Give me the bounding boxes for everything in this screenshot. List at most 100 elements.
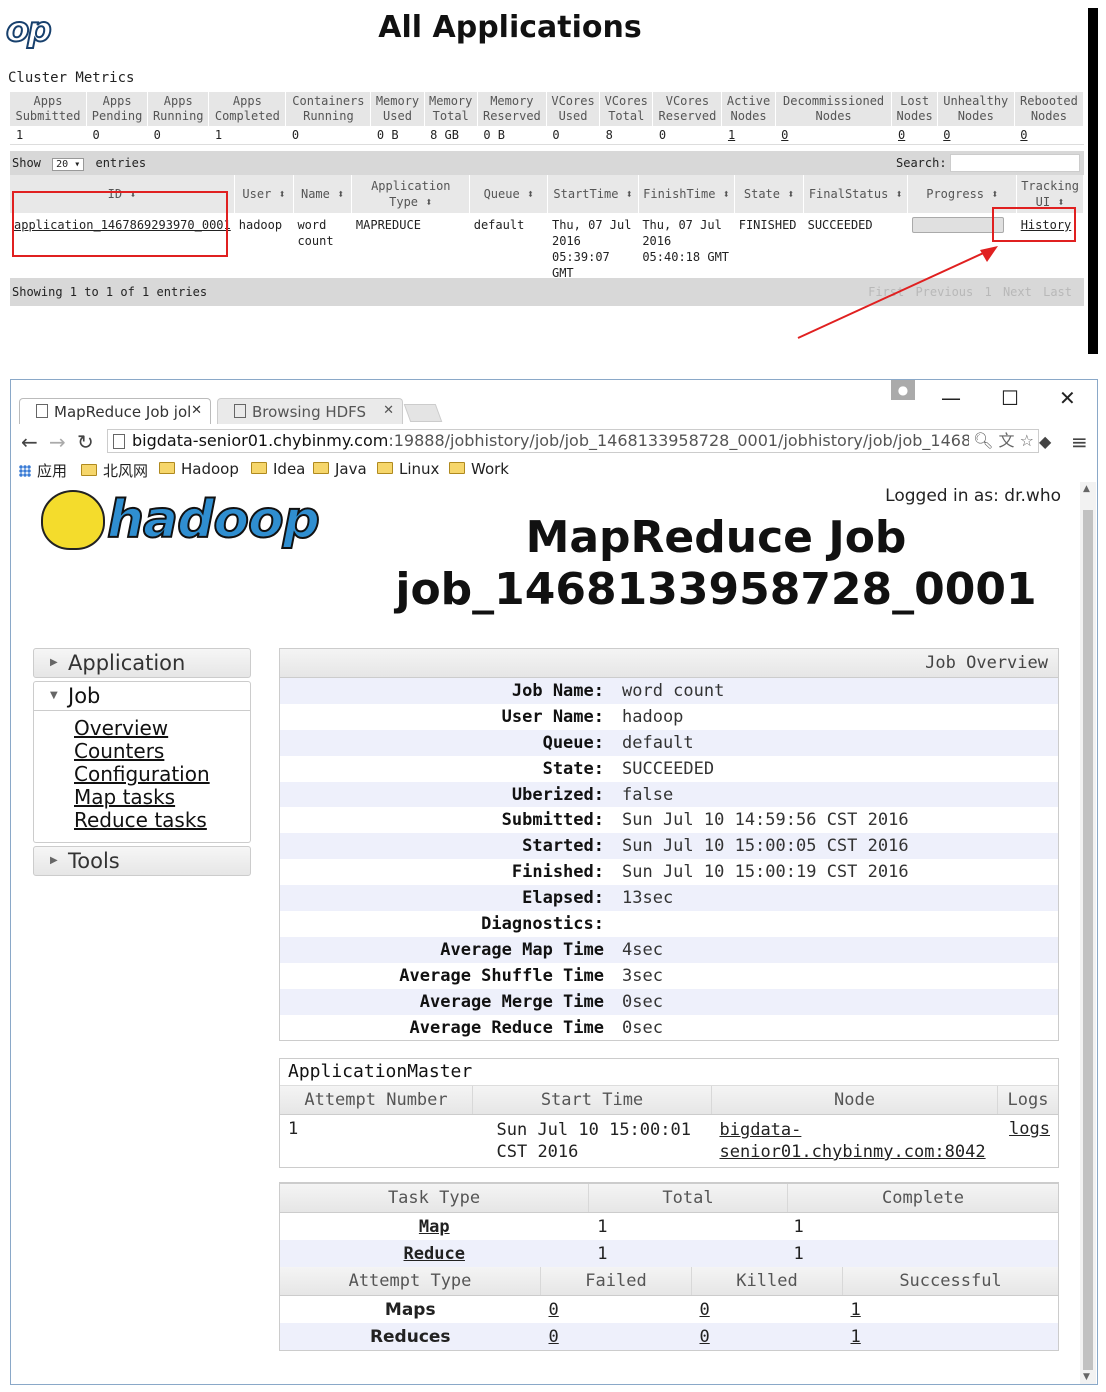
metrics-col: Apps Completed xyxy=(208,92,287,126)
sidebar-item-job[interactable]: ▼ Job xyxy=(33,681,251,711)
bookmark-beifeng[interactable]: 北风网 xyxy=(81,460,148,481)
scroll-up-icon: ▲ xyxy=(1083,484,1090,494)
maps-failed-link[interactable]: 0 xyxy=(549,1300,559,1320)
cluster-metrics-title: Cluster Metrics xyxy=(8,70,135,86)
col-finishtime[interactable]: FinishTime ⬍ xyxy=(638,175,736,213)
vertical-scrollbar[interactable]: ▲ ▼ xyxy=(1080,482,1096,1384)
scroll-down-icon: ▼ xyxy=(1083,1372,1090,1382)
metrics-link[interactable]: 0 xyxy=(781,128,788,142)
col-state[interactable]: State ⬍ xyxy=(734,175,805,213)
scrollbar-thumb[interactable] xyxy=(1083,510,1093,1370)
apps-toolbar: Show 20 ▾ entries Search: xyxy=(10,151,1084,175)
entries-label: entries xyxy=(95,156,147,170)
bookmark-java[interactable]: Java xyxy=(313,460,367,478)
close-tab-icon[interactable]: ✕ xyxy=(191,403,202,418)
maps-killed-link[interactable]: 0 xyxy=(700,1300,710,1320)
address-bar-row: ← → ↻ bigdata-senior01.chybinmy.com:1988… xyxy=(11,424,1097,458)
overview-key: Average Map Time xyxy=(440,939,604,960)
extension-icon[interactable]: ◆ xyxy=(1039,432,1051,451)
metrics-link[interactable]: 1 xyxy=(728,128,735,142)
metrics-link[interactable]: 0 xyxy=(943,128,950,142)
bookmark-linux[interactable]: Linux xyxy=(377,460,439,478)
logged-in-label: Logged in as: dr.who xyxy=(885,486,1061,506)
metrics-col: Apps Running xyxy=(147,92,210,126)
queue-cell: default xyxy=(473,218,525,232)
am-node-link[interactable]: bigdata-senior01.chybinmy.com:8042 xyxy=(720,1120,986,1162)
show-label: Show xyxy=(12,156,41,170)
col-finalstatus[interactable]: FinalStatus ⬍ xyxy=(803,175,909,213)
col-queue[interactable]: Queue ⬍ xyxy=(469,175,549,213)
metrics-value: 0 xyxy=(937,126,1015,145)
bookmark-apps[interactable]: 应用 xyxy=(19,460,67,481)
overview-key: Uberized: xyxy=(511,784,604,805)
link-overview[interactable]: Overview xyxy=(74,717,250,740)
overview-value: word count xyxy=(622,680,725,701)
overview-key: Queue: xyxy=(542,732,604,753)
bookmark-idea[interactable]: Idea xyxy=(251,460,305,478)
overview-value: 3sec xyxy=(622,965,663,986)
bookmark-work[interactable]: Work xyxy=(449,460,509,478)
menu-icon[interactable]: ≡ xyxy=(1071,430,1088,454)
entries-select[interactable]: 20 ▾ xyxy=(52,158,85,171)
reduces-failed-link[interactable]: 0 xyxy=(549,1327,559,1347)
maximize-button[interactable]: ☐ xyxy=(1001,386,1019,410)
metrics-col: Apps Submitted xyxy=(10,92,88,126)
col-total: Total xyxy=(588,1184,788,1213)
close-window-button[interactable]: ✕ xyxy=(1059,386,1076,410)
overview-row: Average Merge Time 0sec xyxy=(280,988,1058,1015)
page-info-icon xyxy=(113,434,125,449)
task-map-link[interactable]: Map xyxy=(419,1217,450,1237)
page-title: MapReduce Job job_1468133958728_0001 xyxy=(395,512,1037,615)
metrics-value: 1 xyxy=(10,126,87,145)
link-counters[interactable]: Counters xyxy=(74,740,250,763)
metrics-value: 1 xyxy=(208,126,286,145)
metrics-value: 0 B xyxy=(370,126,425,145)
maps-successful-link[interactable]: 1 xyxy=(851,1300,861,1320)
sidebar-item-application[interactable]: ▶ Application xyxy=(33,648,251,678)
finish-cell: Thu, 07 Jul 2016 05:40:18 GMT xyxy=(642,218,730,264)
link-reduce-tasks[interactable]: Reduce tasks xyxy=(74,809,250,832)
am-logs-link[interactable]: logs xyxy=(1009,1119,1050,1139)
overview-row: Started: Sun Jul 10 15:00:05 CST 2016 xyxy=(280,833,1058,860)
back-arrow-icon[interactable]: ← xyxy=(21,430,38,454)
link-configuration[interactable]: Configuration xyxy=(74,763,250,786)
forward-arrow-icon[interactable]: → xyxy=(49,430,66,454)
overview-key: Finished: xyxy=(511,862,604,883)
tab-mapreduce-job[interactable]: MapReduce Job jol ✕ xyxy=(19,398,211,424)
bookmark-hadoop[interactable]: Hadoop xyxy=(159,460,239,478)
col-app-type[interactable]: Application Type ⬍ xyxy=(351,175,471,213)
triangle-right-icon: ▶ xyxy=(50,855,58,866)
folder-icon xyxy=(313,462,329,474)
col-starttime[interactable]: StartTime ⬍ xyxy=(547,175,639,213)
sidebar-item-tools[interactable]: ▶ Tools xyxy=(33,846,251,876)
tab-browsing-hdfs[interactable]: Browsing HDFS ✕ xyxy=(217,398,403,424)
tab-strip: MapReduce Job jol ✕ Browsing HDFS ✕ ● — … xyxy=(11,380,1097,424)
col-name[interactable]: Name ⬍ xyxy=(293,175,353,213)
metrics-link[interactable]: 0 xyxy=(1020,128,1027,142)
pager-last[interactable]: Last xyxy=(1043,285,1072,299)
overview-value: 4sec xyxy=(622,939,663,960)
overview-value: false xyxy=(622,784,674,805)
link-map-tasks[interactable]: Map tasks xyxy=(74,786,250,809)
attempt-maps-label: Maps xyxy=(384,1299,436,1320)
metrics-link[interactable]: 0 xyxy=(898,128,905,142)
overview-value: hadoop xyxy=(622,706,684,727)
url-input[interactable]: bigdata-senior01.chybinmy.com:19888/jobh… xyxy=(107,429,1039,453)
reload-icon[interactable]: ↻ xyxy=(77,430,94,454)
metrics-value: 0 xyxy=(1014,126,1084,145)
col-user[interactable]: User ⬍ xyxy=(234,175,294,213)
user-profile-icon[interactable]: ● xyxy=(891,380,915,400)
col-task-type: Task Type xyxy=(280,1184,589,1213)
reduces-killed-link[interactable]: 0 xyxy=(700,1327,710,1347)
overview-row: Uberized: false xyxy=(280,781,1058,808)
task-reduce-link[interactable]: Reduce xyxy=(404,1244,465,1264)
am-col-attempt: Attempt Number xyxy=(280,1086,473,1115)
metrics-value: 1 xyxy=(721,126,776,145)
progress-bar xyxy=(911,217,1004,233)
search-input[interactable] xyxy=(950,154,1080,172)
close-tab-icon[interactable]: ✕ xyxy=(383,403,394,418)
reduces-successful-link[interactable]: 1 xyxy=(851,1327,861,1347)
minimize-button[interactable]: — xyxy=(941,386,961,410)
new-tab-button[interactable] xyxy=(403,404,443,422)
col-complete: Complete xyxy=(787,1184,1058,1213)
